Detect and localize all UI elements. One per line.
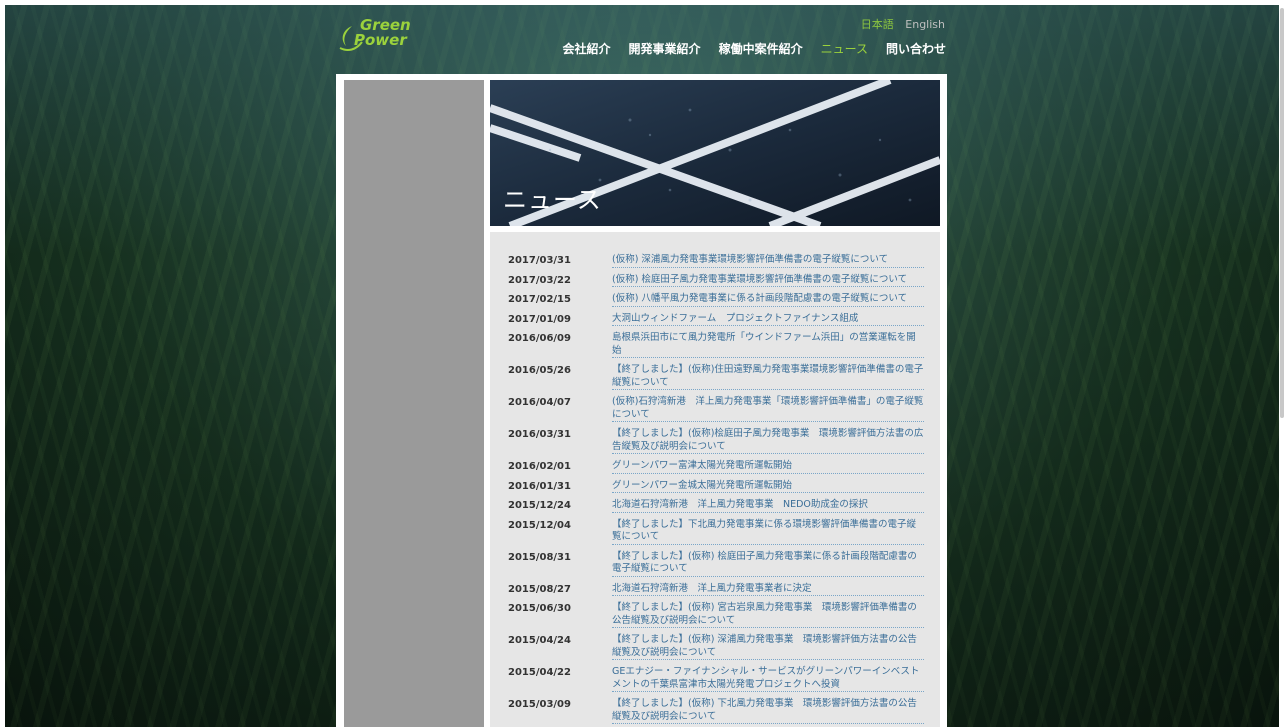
news-title-link[interactable]: 【終了しました】(仮称) 宮古岩泉風力発電事業 環境影響評価準備書の公告縦覧及び… [612, 602, 924, 628]
news-list-container: 2017/03/31 (仮称) 深浦風力発電事業環境影響評価準備書の電子縦覧につい… [490, 232, 940, 727]
news-date: 2015/08/31 [508, 551, 571, 563]
logo-line-2: Power [354, 31, 407, 49]
green-power-logo[interactable]: Green Power [338, 18, 438, 58]
news-title-link[interactable]: 北海道石狩湾新港 洋上風力発電事業者に決定 [612, 583, 924, 596]
news-row: 2016/01/31 グリーンパワー金城太陽光発電所運転開始 [508, 480, 928, 493]
news-title-link[interactable]: (仮称)石狩湾新港 洋上風力発電事業「環境影響評価準備書」の電子縦覧について [612, 396, 924, 422]
news-row: 2016/06/09 島根県浜田市にて風力発電所「ウインドファーム浜田」の営業運転… [508, 332, 928, 358]
news-date: 2016/03/31 [508, 429, 571, 440]
news-date: 2015/06/30 [508, 603, 571, 614]
news-row: 2015/04/24 【終了しました】(仮称) 深浦風力発電事業 環境影響評価方法… [508, 634, 928, 660]
news-title-link[interactable]: (仮称) 深浦風力発電事業環境影響評価準備書の電子縦覧について [612, 254, 924, 268]
news-row: 2015/12/24 北海道石狩湾新港 洋上風力発電事業 NEDO助成金の採択 [508, 499, 928, 513]
news-date: 2016/05/26 [508, 365, 571, 376]
language-switcher: 日本語 English [853, 16, 945, 32]
news-row: 2015/08/27 北海道石狩湾新港 洋上風力発電事業者に決定 [508, 583, 928, 596]
news-title-link[interactable]: 島根県浜田市にて風力発電所「ウインドファーム浜田」の営業運転を開始 [612, 332, 924, 358]
news-title-link[interactable]: 【終了しました】(仮称) 下北風力発電事業 環境影響評価方法書の公告縦覧及び説明… [612, 698, 924, 724]
window-edge-left [0, 0, 5, 727]
news-date: 2015/12/24 [508, 500, 571, 511]
news-row: 2016/04/07 (仮称)石狩湾新港 洋上風力発電事業「環境影響評価準備書」の… [508, 396, 928, 422]
sidebar [344, 80, 484, 727]
news-row: 2015/06/30 【終了しました】(仮称) 宮古岩泉風力発電事業 環境影響評価… [508, 602, 928, 628]
nav-development[interactable]: 開発事業紹介 [629, 40, 701, 57]
news-row: 2015/12/04 【終了しました】下北風力発電事業に係る環境影響評価準備書の電… [508, 519, 928, 545]
news-row: 2016/05/26 【終了しました】(仮称)住田遠野風力発電事業環境影響評価準備… [508, 364, 928, 390]
scrollbar[interactable] [1279, 0, 1285, 727]
main-nav: 会社紹介 開発事業紹介 稼働中案件紹介 ニュース 問い合わせ [563, 40, 946, 57]
news-row: 2017/01/09 大洞山ウィンドファーム プロジェクトファイナンス組成 [508, 313, 928, 326]
news-title-link[interactable]: 【終了しました】(仮称) 桧庭田子風力発電事業に係る計画段階配慮書の電子縦覧につ… [612, 551, 924, 577]
news-date: 2016/02/01 [508, 461, 571, 472]
nav-operating[interactable]: 稼働中案件紹介 [719, 40, 803, 57]
news-row: 2015/08/31 【終了しました】(仮称) 桧庭田子風力発電事業に係る計画段階… [508, 551, 928, 577]
news-title-link[interactable]: 【終了しました】(仮称)桧庭田子風力発電事業 環境影響評価方法書の広告縦覧及び説… [612, 428, 924, 454]
news-date: 2015/04/22 [508, 667, 571, 678]
news-title-link[interactable]: 北海道石狩湾新港 洋上風力発電事業 NEDO助成金の採択 [612, 499, 924, 513]
news-title-link[interactable]: 【終了しました】(仮称) 深浦風力発電事業 環境影響評価方法書の公告縦覧及び説明… [612, 634, 924, 660]
news-row: 2015/04/22 GEエナジー・ファイナンシャル・サービスがグリーンパワーイン… [508, 666, 928, 692]
news-title-link[interactable]: グリーンパワー富津太陽光発電所運転開始 [612, 460, 924, 474]
news-row: 2017/02/15 (仮称) 八幡平風力発電事業に係る計画段階配慮書の電子縦覧に… [508, 293, 928, 307]
news-date: 2015/04/24 [508, 635, 571, 646]
news-title-link[interactable]: 大洞山ウィンドファーム プロジェクトファイナンス組成 [612, 313, 924, 326]
news-title-link[interactable]: グリーンパワー金城太陽光発電所運転開始 [612, 480, 924, 493]
scrollbar-thumb[interactable] [1280, 8, 1284, 418]
news-date: 2016/04/07 [508, 397, 571, 408]
news-row: 2017/03/22 (仮称) 桧庭田子風力発電事業環境影響評価準備書の電子縦覧に… [508, 274, 928, 287]
news-list: 2017/03/31 (仮称) 深浦風力発電事業環境影響評価準備書の電子縦覧につい… [508, 254, 928, 727]
news-title-link[interactable]: GEエナジー・ファイナンシャル・サービスがグリーンパワーインベストメントの千葉県… [612, 666, 924, 692]
page-title: ニュース [503, 186, 602, 214]
news-date: 2016/01/31 [508, 480, 571, 492]
news-date: 2016/06/09 [508, 333, 571, 344]
news-title-link[interactable]: 【終了しました】(仮称)住田遠野風力発電事業環境影響評価準備書の電子縦覧について [612, 364, 924, 390]
news-date: 2015/03/09 [508, 699, 571, 710]
lang-english-link[interactable]: English [905, 18, 945, 31]
news-title-link[interactable]: (仮称) 桧庭田子風力発電事業環境影響評価準備書の電子縦覧について [612, 274, 924, 287]
nav-company[interactable]: 会社紹介 [563, 40, 611, 57]
news-date: 2015/12/04 [508, 519, 571, 531]
news-row: 2017/03/31 (仮称) 深浦風力発電事業環境影響評価準備書の電子縦覧につい… [508, 254, 928, 268]
news-row: 2015/03/09 【終了しました】(仮称) 下北風力発電事業 環境影響評価方法… [508, 698, 928, 724]
news-title-link[interactable]: 【終了しました】下北風力発電事業に係る環境影響評価準備書の電子縦覧について [612, 519, 924, 545]
news-row: 2016/02/01 グリーンパワー富津太陽光発電所運転開始 [508, 460, 928, 474]
logo-text: Green Power [354, 18, 411, 48]
news-date: 2017/02/15 [508, 294, 571, 305]
news-date: 2017/03/22 [508, 274, 571, 286]
news-row: 2016/03/31 【終了しました】(仮称)桧庭田子風力発電事業 環境影響評価方… [508, 428, 928, 454]
nav-news[interactable]: ニュース [821, 40, 868, 57]
lang-japanese-link[interactable]: 日本語 [861, 18, 894, 31]
news-date: 2017/03/31 [508, 255, 571, 266]
window-edge-top [0, 0, 1285, 5]
news-date: 2015/08/27 [508, 583, 571, 595]
nav-contact[interactable]: 問い合わせ [886, 40, 946, 57]
news-title-link[interactable]: (仮称) 八幡平風力発電事業に係る計画段階配慮書の電子縦覧について [612, 293, 924, 307]
news-date: 2017/01/09 [508, 313, 571, 325]
